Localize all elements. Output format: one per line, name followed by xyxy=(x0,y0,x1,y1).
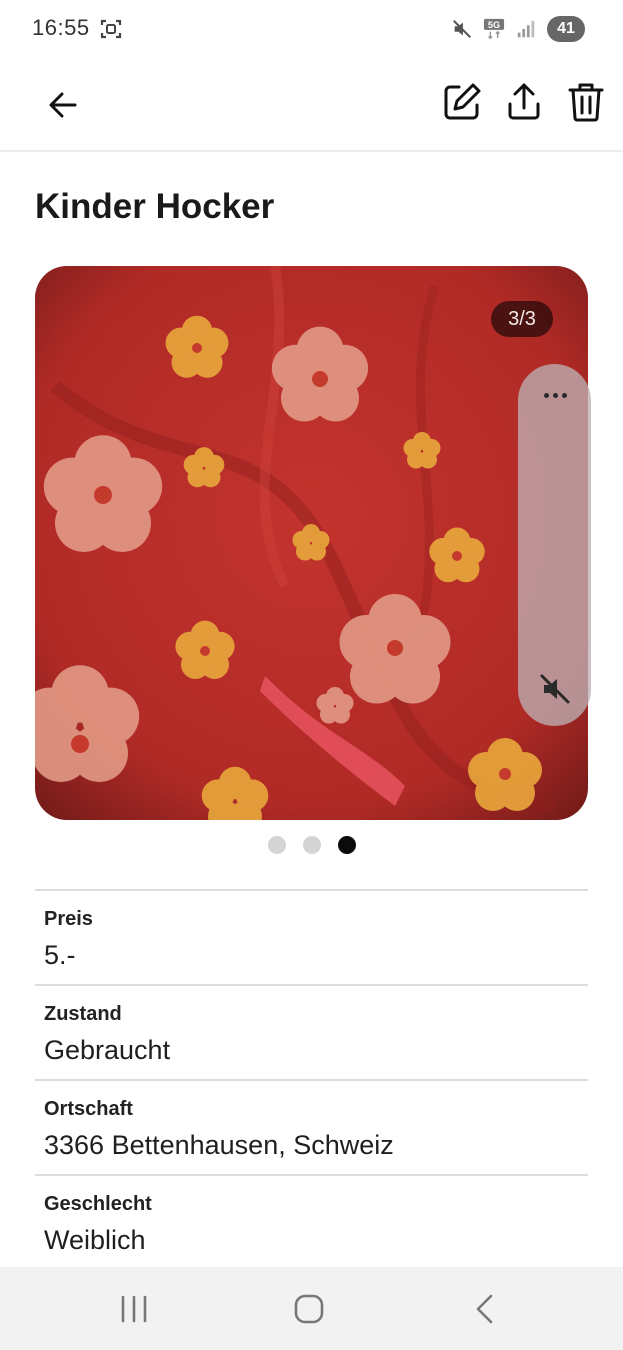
pagination-dots xyxy=(0,836,623,854)
pagination-dot[interactable] xyxy=(302,836,321,854)
image-counter: 3/3 xyxy=(491,301,553,337)
more-icon[interactable] xyxy=(538,380,572,410)
pagination-dot[interactable] xyxy=(267,836,286,854)
5g-icon: 5G xyxy=(483,18,505,40)
sound-off-icon[interactable] xyxy=(538,672,572,706)
pagination-dot-active[interactable] xyxy=(337,836,356,854)
detail-value: 5.- xyxy=(44,940,76,970)
svg-text:5G: 5G xyxy=(488,20,500,30)
share-icon xyxy=(508,83,540,120)
page-title: Kinder Hocker xyxy=(35,187,275,226)
detail-row-preis: Preis 5.- xyxy=(35,889,588,984)
detail-value: Gebraucht xyxy=(44,1035,171,1065)
detail-label: Ortschaft xyxy=(44,1098,133,1120)
floating-side-panel[interactable] xyxy=(518,364,591,726)
back-arrow-icon xyxy=(49,92,77,118)
system-nav-bar xyxy=(0,1267,623,1350)
trash-icon xyxy=(568,83,604,122)
share-button[interactable] xyxy=(500,78,548,126)
app-bar xyxy=(0,62,623,152)
edit-button[interactable] xyxy=(438,78,486,126)
recents-button[interactable] xyxy=(112,1287,156,1331)
battery-icon: 41 xyxy=(547,16,585,42)
detail-row-geschlecht: Geschlecht Weiblich xyxy=(35,1174,588,1269)
detail-row-zustand: Zustand Gebraucht xyxy=(35,984,588,1079)
mute-icon xyxy=(453,20,471,38)
system-back-button[interactable] xyxy=(462,1287,506,1331)
home-button[interactable] xyxy=(287,1287,331,1331)
delete-button[interactable] xyxy=(562,78,610,126)
image-gallery[interactable]: 3/3 xyxy=(35,266,588,820)
detail-value: 3366 Bettenhausen, Schweiz xyxy=(44,1130,394,1160)
details-list: Preis 5.- Zustand Gebraucht Ortschaft 33… xyxy=(35,889,588,1269)
status-icons: 5G 41 xyxy=(451,15,585,43)
detail-label: Zustand xyxy=(44,1003,122,1025)
screenshot-icon xyxy=(100,19,122,39)
back-button[interactable] xyxy=(38,80,88,130)
recents-icon xyxy=(121,1295,147,1323)
signal-icon xyxy=(517,20,535,38)
home-icon xyxy=(294,1294,324,1324)
status-bar: 16:55 5G 41 xyxy=(0,0,623,60)
back-icon xyxy=(476,1294,493,1324)
edit-icon xyxy=(444,83,481,120)
detail-label: Preis xyxy=(44,908,93,930)
detail-label: Geschlecht xyxy=(44,1193,152,1215)
product-photo xyxy=(35,266,588,820)
status-time: 16:55 xyxy=(32,15,90,40)
detail-value: Weiblich xyxy=(44,1225,146,1255)
detail-row-ortschaft: Ortschaft 3366 Bettenhausen, Schweiz xyxy=(35,1079,588,1174)
